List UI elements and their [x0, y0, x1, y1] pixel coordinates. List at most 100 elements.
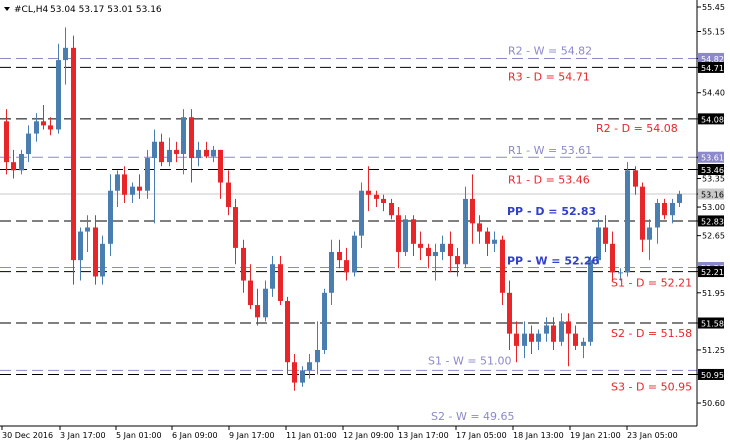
candle[interactable] — [352, 231, 357, 277]
time-tick-label: 18 Jan 13:00 — [513, 431, 564, 440]
candle-body — [270, 264, 275, 289]
candle-body — [233, 207, 238, 248]
price-tick-label: 55.15 — [702, 27, 725, 36]
candle-body — [204, 149, 209, 157]
candle-body — [4, 121, 9, 163]
candle-body — [670, 202, 675, 216]
candle-body — [529, 333, 534, 342]
candle-body — [440, 243, 445, 252]
candle-body — [159, 141, 164, 163]
candle-body — [85, 227, 90, 232]
pivot-level-label: PP - W = 52.26 — [507, 254, 599, 267]
candle-body — [396, 215, 401, 252]
candle-body — [633, 170, 638, 187]
pivot-level-label: R2 - W = 54.82 — [508, 44, 592, 57]
candle-body — [418, 243, 423, 248]
pivot-level-label: S2 - D = 51.58 — [611, 327, 692, 340]
candle-body — [78, 231, 83, 261]
candle-body — [426, 247, 431, 257]
candle-body — [19, 153, 24, 171]
price-tick-label: 51.58 — [701, 320, 724, 329]
candle-body — [152, 141, 157, 159]
candle-body — [211, 149, 216, 157]
candle-body — [196, 149, 201, 159]
candle-body — [677, 193, 682, 203]
time-tick-label: 13 Jan 17:00 — [398, 431, 449, 440]
candle-body — [463, 198, 468, 265]
candle-body — [122, 174, 127, 195]
price-tick-label: 55.45 — [702, 3, 725, 12]
candle-body — [610, 243, 615, 273]
candle-body — [248, 280, 253, 306]
candle-body — [189, 117, 194, 159]
candle-body — [241, 247, 246, 281]
candle-body — [573, 333, 578, 346]
candle-body — [337, 251, 342, 261]
pivot-level-label: R3 - D = 54.71 — [508, 70, 590, 83]
candle-body — [507, 292, 512, 334]
candle-body — [455, 256, 460, 265]
candle-body — [544, 325, 549, 334]
time-tick-label: 6 Jan 09:00 — [172, 431, 218, 440]
candle-body — [174, 149, 179, 154]
candle-body — [618, 272, 623, 274]
candle-body — [470, 198, 475, 224]
candle-body — [448, 243, 453, 257]
candle-body — [307, 362, 312, 371]
candle-body — [329, 251, 334, 293]
candle-body — [381, 198, 386, 203]
pivot-level-label: S1 - D = 52.21 — [611, 277, 692, 290]
candle-body — [11, 162, 16, 171]
symbol-label: #CL,H4 — [14, 5, 48, 15]
candle-body — [263, 288, 268, 318]
time-tick-label: 11 Jan 01:00 — [286, 431, 337, 440]
candle-body — [625, 170, 630, 273]
candle-body — [285, 300, 290, 363]
candle[interactable] — [71, 35, 76, 285]
candle-body — [322, 292, 327, 350]
chart-header: #CL,H4 53.04 53.17 53.01 53.16 — [4, 5, 162, 15]
candlestick-chart[interactable]: R2 - W = 54.82 R3 - D = 54.71 R2 - D = 54.… — [0, 0, 730, 444]
price-chart[interactable]: R2 - W = 54.82 R3 - D = 54.71 R2 - D = 54.… — [0, 0, 730, 444]
candle[interactable] — [625, 162, 630, 277]
price-tick-label: 54.71 — [701, 64, 724, 73]
candle-body — [137, 186, 142, 191]
candle-body — [278, 264, 283, 301]
pivot-level-label: S1 - W = 51.00 — [428, 354, 512, 367]
candle-body — [559, 321, 564, 342]
price-tick-label: 54.40 — [702, 89, 725, 98]
candle-body — [108, 190, 113, 244]
pivot-level-label: S2 - W = 49.65 — [431, 410, 515, 423]
candle-body — [500, 239, 505, 293]
candle[interactable] — [588, 256, 593, 346]
candle-body — [588, 260, 593, 342]
candle-body — [566, 321, 571, 334]
candle[interactable] — [463, 186, 468, 269]
time-tick-label: 12 Jan 09:00 — [343, 431, 394, 440]
candle-body — [34, 121, 39, 134]
candle-body — [640, 186, 645, 240]
candle-body — [71, 47, 76, 261]
pivot-level-label: R1 - W = 53.61 — [508, 144, 592, 157]
candle-body — [492, 239, 497, 244]
candle-body — [485, 231, 490, 244]
time-tick-label: 23 Jan 05:00 — [627, 431, 678, 440]
candle-body — [359, 190, 364, 236]
candle-body — [433, 251, 438, 257]
ohlc-readout: 53.04 53.17 53.01 53.16 — [50, 5, 162, 15]
price-tick-label: 54.08 — [701, 115, 724, 124]
candle[interactable] — [322, 288, 327, 355]
price-tick-label: 52.21 — [701, 268, 724, 277]
candle-body — [181, 117, 186, 154]
time-tick-label: 3 Jan 17:00 — [60, 431, 106, 440]
price-tick-label: 53.61 — [701, 154, 724, 163]
candle-body — [522, 333, 527, 346]
candle-body — [167, 149, 172, 163]
candle[interactable] — [403, 215, 408, 257]
time-tick-label: 5 Jan 01:00 — [116, 431, 162, 440]
candle-body — [41, 121, 46, 126]
candle-body — [366, 190, 371, 195]
price-tick-label: 51.95 — [702, 289, 725, 298]
candle-body — [48, 125, 53, 130]
candle-body — [374, 194, 379, 199]
